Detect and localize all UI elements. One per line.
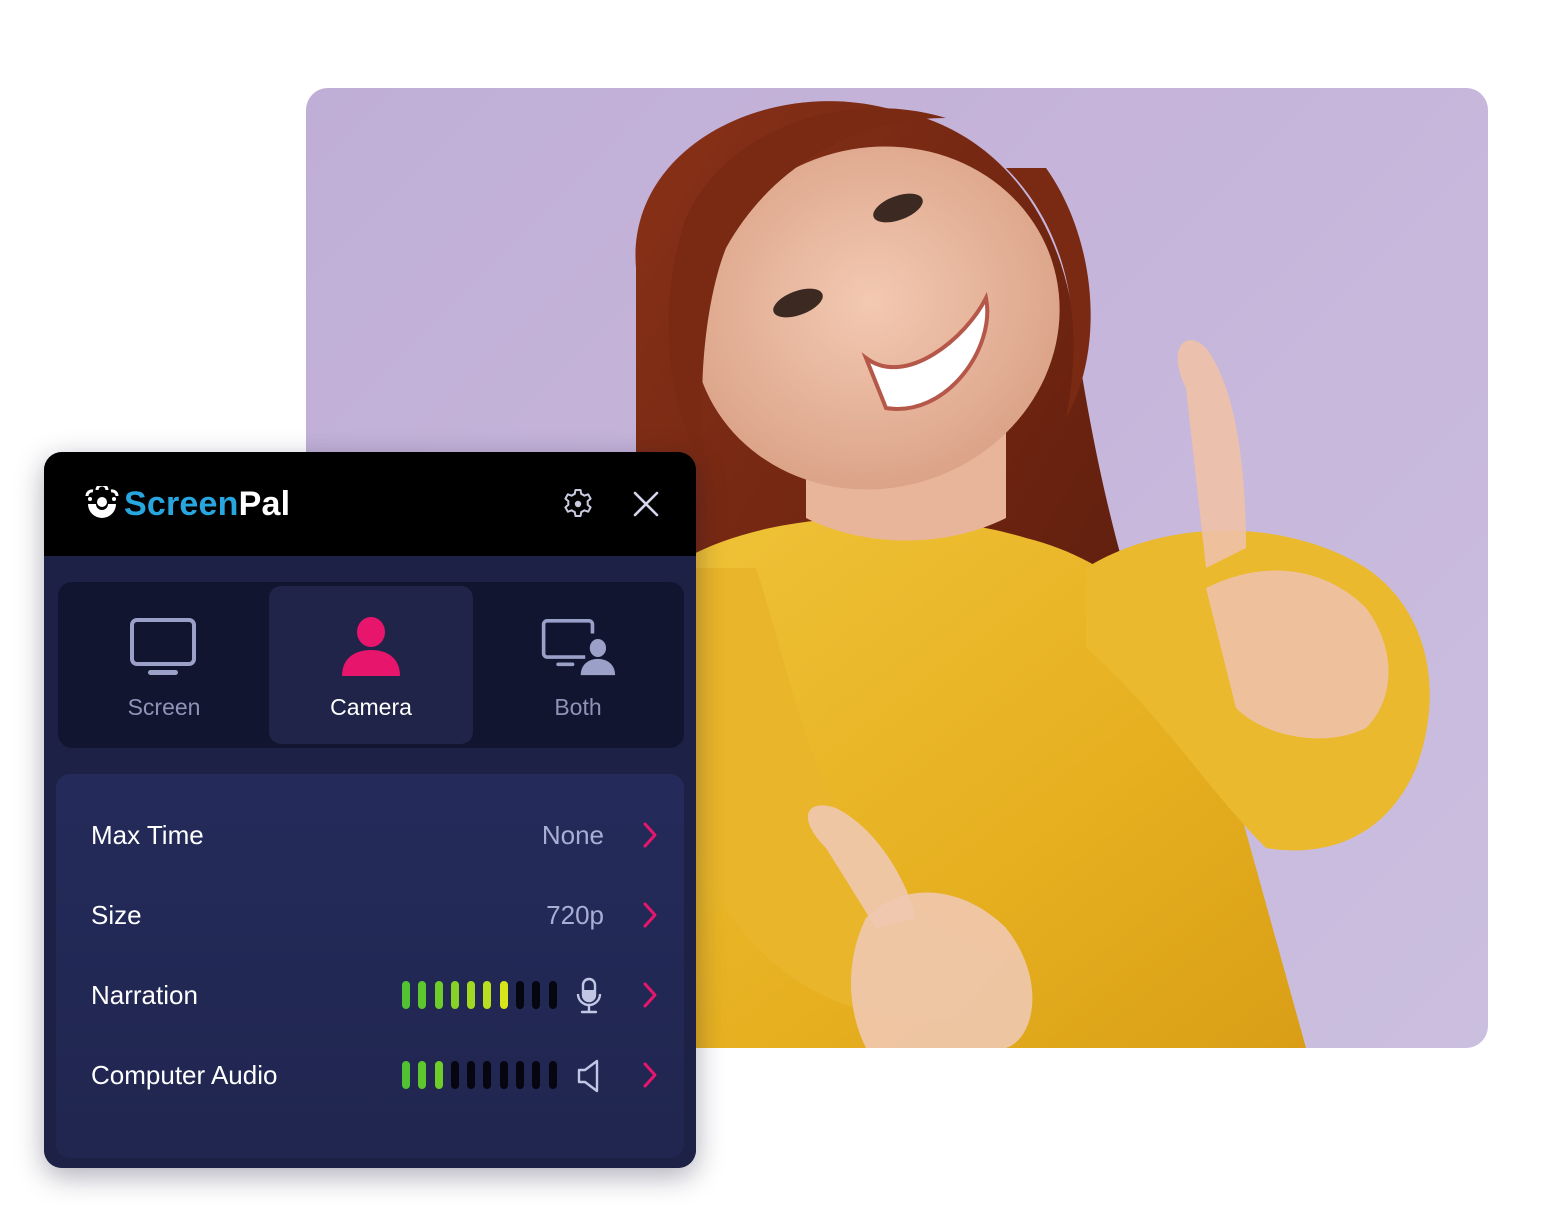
computer-audio-level-meter [402,1061,565,1089]
close-button[interactable] [626,484,666,524]
max-time-label: Max Time [91,820,204,850]
meter-segment-lit [483,981,492,1009]
brand-name-pal: Pal [238,485,291,523]
recording-settings: Max Time None Size 720p Narration Comput… [56,774,684,1158]
meter-segment-off [483,1061,492,1089]
meter-segment-lit [402,1061,410,1089]
meter-segment-lit [434,1061,443,1089]
tab-both-label: Both [554,694,602,720]
meter-segment-lit [418,1061,427,1089]
meter-segment-lit [402,981,410,1009]
meter-segment-off [532,981,541,1009]
meter-segment-lit [450,981,459,1009]
brand-name-screen: Screen [124,485,239,523]
max-time-row[interactable]: Max Time None [56,805,684,865]
gear-icon [564,489,592,517]
person-icon [342,617,400,676]
computer-audio-row[interactable]: Computer Audio [56,1045,684,1105]
narration-row[interactable]: Narration [56,965,684,1025]
size-label: Size [91,900,142,930]
size-value: 720p [546,900,604,930]
narration-level-meter [402,981,565,1009]
chevron-right-icon [643,822,657,848]
monitor-person-icon [541,619,616,676]
title-bar: ScreenPal [44,452,696,556]
max-time-value: None [541,820,604,850]
recorder-panel: ScreenPal Screen Camera Both Max Time No… [44,452,696,1168]
tab-camera-label: Camera [330,694,412,720]
meter-segment-lit [499,981,508,1009]
tab-camera[interactable]: Camera [269,586,473,744]
meter-segment-off [516,981,525,1009]
meter-segment-off [516,1061,525,1089]
size-row[interactable]: Size 720p [56,885,684,945]
chevron-right-icon [643,1062,657,1088]
monitor-icon [130,618,196,675]
screenpal-logo: ScreenPal [84,484,290,524]
screenpal-logo-icon [85,486,119,518]
meter-segment-off [467,1061,476,1089]
settings-button[interactable] [558,484,598,524]
panel-body: Screen Camera Both Max Time None Size 72… [44,556,696,1168]
meter-segment-off [548,1061,557,1089]
recording-mode-selector: Screen Camera Both [58,582,684,748]
close-icon [633,491,659,517]
narration-label: Narration [91,980,198,1010]
meter-segment-off [532,1061,541,1089]
meter-segment-off [450,1061,459,1089]
meter-segment-lit [418,981,427,1009]
chevron-right-icon [643,982,657,1008]
speaker-icon[interactable] [575,1057,603,1095]
microphone-icon[interactable] [575,977,603,1015]
meter-segment-off [499,1061,508,1089]
meter-segment-off [548,981,557,1009]
tab-screen-label: Screen [127,694,201,720]
meter-segment-lit [467,981,476,1009]
tab-screen[interactable]: Screen [62,586,266,744]
chevron-right-icon [643,902,657,928]
computer-audio-label: Computer Audio [91,1060,278,1090]
meter-segment-lit [434,981,443,1009]
tab-both[interactable]: Both [476,586,680,744]
